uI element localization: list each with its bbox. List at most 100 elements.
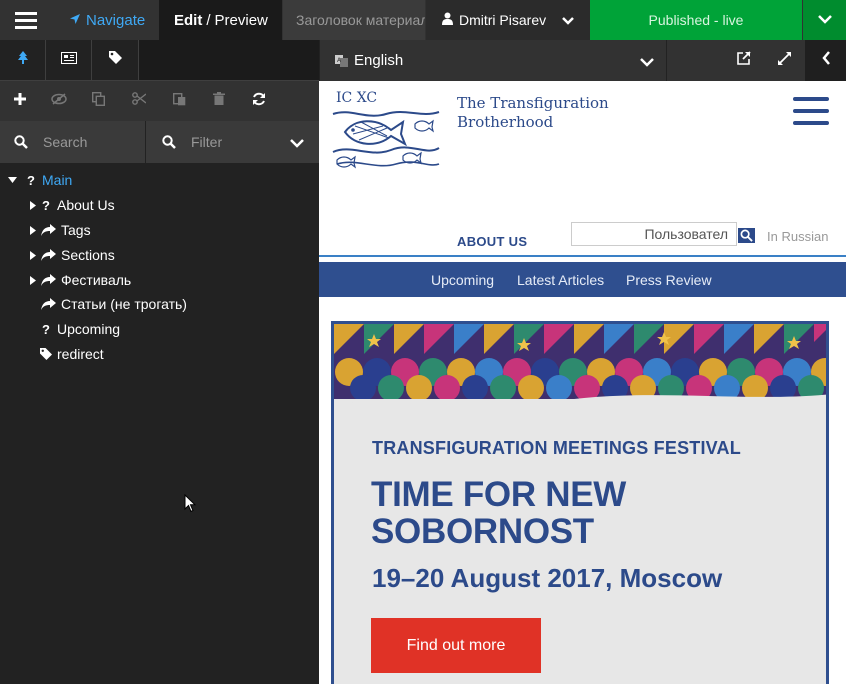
publish-menu-button[interactable]	[803, 0, 846, 40]
tab-tags[interactable]	[92, 40, 139, 80]
tag-icon	[39, 348, 53, 360]
tree-node-label: Фестиваль	[61, 272, 132, 288]
language-icon: A	[335, 54, 348, 67]
tree-node-label: Статьи (не трогать)	[61, 296, 187, 312]
paste-button[interactable]	[159, 81, 199, 121]
cut-button[interactable]	[119, 81, 159, 121]
caret-right-icon[interactable]	[27, 200, 39, 210]
open-external-button[interactable]	[724, 40, 764, 81]
nav-upcoming[interactable]: Upcoming	[431, 272, 494, 288]
tree-node-label: Tags	[61, 222, 91, 238]
fullscreen-button[interactable]	[764, 40, 804, 81]
caret-right-icon[interactable]	[27, 225, 39, 235]
search-icon	[14, 135, 28, 149]
paste-icon	[172, 92, 186, 111]
eye-slash-icon	[51, 92, 67, 110]
question-icon: ?	[27, 172, 35, 188]
logo-mark-text: IC XC	[336, 90, 377, 106]
caret-right-icon[interactable]	[27, 275, 39, 285]
user-name: Dmitri Pisarev	[459, 12, 547, 28]
refresh-button[interactable]	[239, 81, 279, 121]
tree-node-main[interactable]: ? Main	[6, 168, 72, 192]
festival-date: 19–20 August 2017, Moscow	[372, 563, 723, 593]
logo-text[interactable]: The Transfiguration Brotherhood	[457, 94, 609, 132]
user-menu-button[interactable]: Dmitri Pisarev	[426, 0, 590, 40]
caret-right-icon[interactable]	[27, 250, 39, 260]
add-node-button[interactable]	[0, 81, 40, 121]
language-label: English	[354, 52, 404, 69]
in-russian-link[interactable]: In Russian	[767, 229, 828, 244]
chevron-down-icon	[562, 13, 574, 29]
document-title-field[interactable]: Заголовок материал	[283, 0, 425, 40]
search-icon	[162, 135, 176, 149]
share-icon	[39, 274, 57, 286]
search-filter-row: Search Filter	[0, 121, 319, 163]
top-bar: Navigate Edit / Preview Заголовок матери…	[0, 0, 846, 40]
chevron-down-icon	[290, 135, 304, 151]
external-link-icon	[737, 51, 751, 70]
navigate-button[interactable]: Navigate	[53, 0, 158, 40]
edit-separator: /	[206, 11, 211, 29]
headline-line-1: TIME FOR NEW	[371, 475, 626, 514]
nav-latest-articles[interactable]: Latest Articles	[517, 272, 604, 288]
main-menu-button[interactable]	[0, 0, 52, 40]
nav-press-review[interactable]: Press Review	[626, 272, 712, 288]
tree-node-label: redirect	[57, 346, 104, 362]
left-panel-tabs	[0, 40, 319, 81]
scissors-icon	[132, 92, 147, 110]
publish-status-button[interactable]: Published - live	[590, 0, 802, 40]
share-icon	[39, 249, 57, 261]
delete-button[interactable]	[199, 81, 239, 121]
tree-icon	[17, 50, 29, 70]
website-preview: IC XC The Transfiguration Brotherhood AB…	[319, 81, 846, 684]
preview-toolbar: A English	[319, 40, 846, 81]
find-out-more-button[interactable]: Find out more	[371, 618, 541, 673]
tree-node-redirect[interactable]: redirect	[39, 342, 104, 366]
mouse-cursor-icon	[184, 493, 197, 518]
preview-panel: A English IC XC The Transfiguration Brot…	[319, 40, 846, 684]
plus-icon	[14, 92, 26, 110]
edit-label: Edit	[174, 11, 203, 29]
about-us-link[interactable]: ABOUT US	[457, 234, 527, 249]
tree-node-label: Sections	[61, 247, 115, 263]
tag-icon	[108, 51, 122, 69]
share-icon	[39, 224, 57, 236]
tree-node-label: Upcoming	[57, 321, 121, 337]
site-menu-button[interactable]	[793, 97, 829, 127]
chevron-down-icon	[640, 54, 654, 71]
tree-toolbar	[0, 81, 319, 121]
collapse-panel-button[interactable]	[805, 40, 846, 81]
user-icon	[442, 12, 453, 28]
chevron-left-icon	[821, 51, 831, 70]
tabs-filler	[139, 40, 319, 80]
tree-node-upcoming[interactable]: ? Upcoming	[39, 317, 120, 341]
tree-node-about-us[interactable]: ? About Us	[27, 193, 115, 217]
chevron-down-icon	[817, 11, 832, 29]
filter-placeholder: Filter	[191, 134, 223, 150]
filter-select[interactable]: Filter	[147, 121, 319, 163]
caret-down-icon[interactable]	[6, 177, 18, 183]
paper-edge	[334, 386, 826, 431]
tree-node-tags[interactable]: Tags	[27, 218, 91, 242]
tree-node-sections[interactable]: Sections	[27, 243, 115, 267]
tab-document-tree[interactable]	[0, 40, 46, 80]
tree-node-articles[interactable]: Статьи (не трогать)	[39, 292, 187, 316]
site-search-input[interactable]: Пользовател	[571, 222, 737, 246]
logo-line-2: Brotherhood	[457, 113, 554, 131]
site-search-button[interactable]	[738, 228, 755, 243]
edit-preview-button[interactable]: Edit / Preview	[159, 0, 282, 40]
copy-button[interactable]	[78, 81, 118, 121]
hide-node-button[interactable]	[39, 81, 79, 121]
search-input[interactable]: Search	[0, 121, 146, 163]
search-icon	[740, 229, 753, 247]
tree-node-label: Main	[42, 172, 73, 188]
language-select[interactable]: A English	[320, 40, 667, 81]
tab-content-tree[interactable]	[46, 40, 92, 80]
banner-headline: TIME FOR NEW SOBORNOST	[371, 476, 626, 550]
tree-node-label: About Us	[57, 197, 115, 213]
question-icon: ?	[42, 197, 50, 213]
tree-node-festival[interactable]: Фестиваль	[27, 268, 131, 292]
left-panel: Search Filter ? Main ? About Us Tags Sec…	[0, 40, 319, 684]
logo-line-1: The Transfiguration	[457, 94, 609, 112]
brotherhood-logo[interactable]: IC XC	[331, 86, 441, 181]
